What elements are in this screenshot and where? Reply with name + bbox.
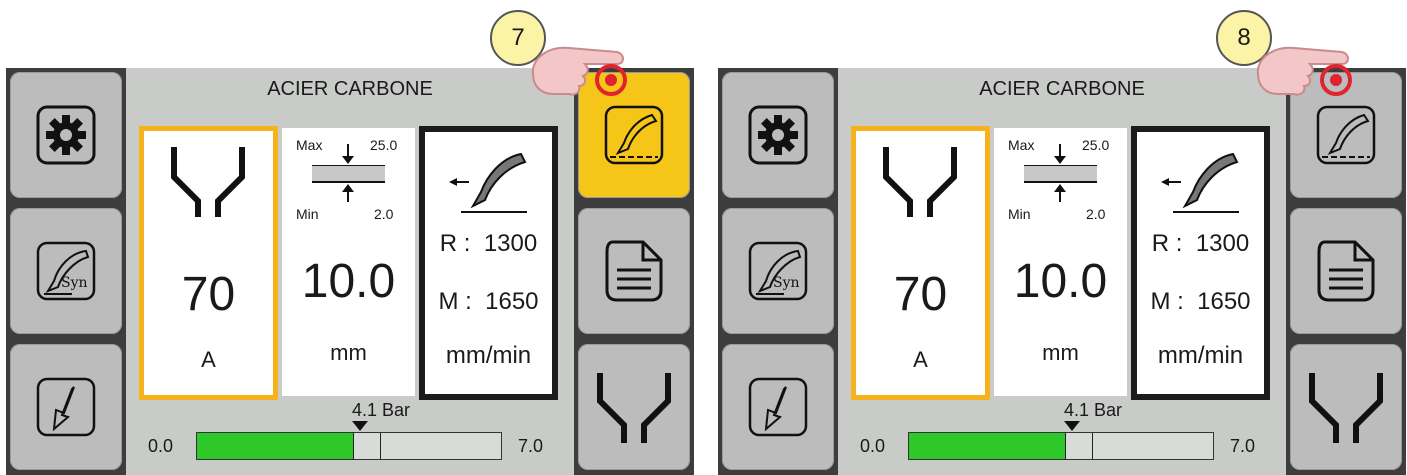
nozzle-icon [597,373,671,443]
arrow-down-icon [748,377,808,437]
speed-r-value: 1300 [483,230,538,257]
file-button[interactable] [578,208,690,334]
settings-button[interactable] [10,72,122,198]
pressure-fill [197,433,375,459]
settings-button[interactable] [722,72,834,198]
thickness-value: 10.0 [1013,255,1108,308]
speed-r-label: R : [1151,230,1183,257]
thickness-min-label: Min [296,206,319,222]
pressure-marker-icon [1064,421,1080,431]
thickness-unit: mm [1042,340,1079,365]
gear-icon [36,105,96,165]
file-button[interactable] [1290,208,1402,334]
pressure-min: 0.0 [860,436,886,456]
gear-icon [748,105,808,165]
thickness-value: 10.0 [301,255,396,308]
left-button-column: Syn [6,68,126,475]
current-value: 70 [893,268,948,321]
download-button[interactable] [10,344,122,470]
speed-panel[interactable]: R : 1300 M : 1650 mm/min [419,126,558,400]
pressure-gauge [196,432,502,460]
nozzle-button[interactable] [578,344,690,470]
nozzle-icon [1309,373,1383,443]
main-display: ACIER CARBONE 70 A Max 25.0 Min 2.0 10.0… [126,68,574,475]
document-icon [605,240,663,302]
right-button-column [574,68,694,475]
speed-m-label: M : [1150,288,1184,315]
pressure-fill [909,433,1087,459]
right-button-column [1286,68,1406,475]
material-title: ACIER CARBONE [267,78,433,100]
current-unit: A [913,347,928,372]
pressure-label: 4.1 Bar [352,400,411,420]
pressure-min: 0.0 [148,436,174,456]
download-button[interactable] [722,344,834,470]
pressure-marker-icon [352,421,368,431]
thickness-min-value: 2.0 [374,206,394,222]
thickness-panel[interactable]: Max 25.0 Min 2.0 10.0 mm [994,128,1127,396]
material-title: ACIER CARBONE [979,78,1145,100]
current-panel[interactable]: 70 A [139,126,278,400]
torch-icon [1161,152,1239,213]
current-panel[interactable]: 70 A [851,126,990,400]
torch-icon [449,152,527,213]
left-button-column: Syn [718,68,838,475]
speed-panel[interactable]: R : 1300 M : 1650 mm/min [1131,126,1270,400]
pressure-needle [353,433,381,459]
pressure-max: 7.0 [1230,436,1256,456]
torch-syn-icon: Syn [748,241,808,301]
speed-r-value: 1300 [1195,230,1250,257]
current-unit: A [201,347,216,372]
nozzle-icon [171,147,245,217]
machine-screen-right: Syn ACIER CARBONE 70 A Max 25.0 Min 2.0 … [718,68,1406,475]
pressure-max: 7.0 [518,436,544,456]
main-display: ACIER CARBONE 70 A Max 25.0 Min 2.0 10.0… [838,68,1286,475]
pressure-needle [1065,433,1093,459]
nozzle-button[interactable] [1290,344,1402,470]
document-icon [1317,240,1375,302]
speed-r-label: R : [439,230,471,257]
pointing-hand-icon [1256,46,1352,96]
torch-syn-icon: Syn [36,241,96,301]
pressure-label: 4.1 Bar [1064,400,1123,420]
svg-text:Syn: Syn [61,275,88,291]
speed-unit: mm/min [445,342,532,369]
speed-m-label: M : [438,288,472,315]
thickness-unit: mm [330,340,367,365]
speed-m-value: 1650 [1197,288,1251,315]
thickness-panel[interactable]: Max 25.0 Min 2.0 10.0 mm [282,128,415,396]
synergic-button[interactable]: Syn [722,208,834,334]
current-value: 70 [181,268,236,321]
pointing-hand-icon [531,46,627,96]
svg-text:Syn: Syn [773,275,800,291]
thickness-min-label: Min [1008,206,1031,222]
pressure-gauge [908,432,1214,460]
speed-unit: mm/min [1157,342,1244,369]
thickness-min-value: 2.0 [1086,206,1106,222]
machine-screen-left: Syn ACIER CARBONE 70 A Max 25.0 Min 2.0 … [6,68,694,475]
synergic-button[interactable]: Syn [10,208,122,334]
nozzle-icon [883,147,957,217]
speed-m-value: 1650 [485,288,539,315]
arrow-down-icon [36,377,96,437]
